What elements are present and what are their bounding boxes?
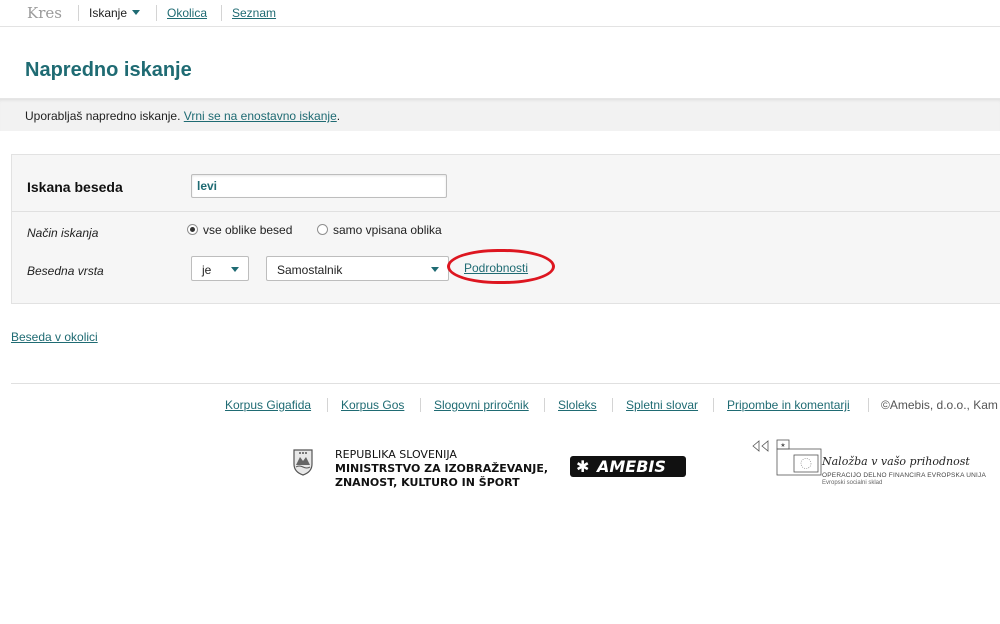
eu-subtitle-fund: Evropski socialni sklad: [822, 480, 883, 486]
nav-item-label: Iskanje: [89, 6, 128, 20]
highlight-ring: [447, 249, 555, 284]
radio-all-forms[interactable]: [187, 224, 198, 235]
chevron-down-icon: [431, 267, 439, 272]
form-divider: [12, 211, 1000, 212]
search-form: Iskana beseda Način iskanja vse oblike b…: [11, 154, 1000, 304]
ministry-line2: MINISTRSTVO ZA IZOBRAŽEVANJE,: [335, 462, 549, 475]
pos-label: Besedna vrsta: [27, 264, 104, 278]
top-nav: Kres Iskanje Okolica Seznam: [0, 0, 1000, 27]
pos-operator-value: je: [202, 263, 212, 277]
page-title: Napredno iskanje: [25, 59, 192, 81]
eu-subtitle: OPERACIJO DELNO FINANCIRA EVROPSKA UNIJA: [822, 472, 987, 479]
nav-item-iskanje[interactable]: Iskanje: [89, 6, 141, 20]
radio-exact-form[interactable]: [317, 224, 328, 235]
footer-link-feedback[interactable]: Pripombe in komentarji: [727, 398, 850, 412]
brand-logo[interactable]: Kres: [27, 4, 62, 22]
radio-all-forms-label[interactable]: vse oblike besed: [203, 223, 292, 237]
mode-suffix: .: [336, 109, 341, 123]
footer-separator: [612, 398, 613, 412]
footer-separator: [327, 398, 328, 412]
footer-separator: [420, 398, 421, 412]
near-word-link[interactable]: Beseda v okolici: [11, 330, 98, 344]
ministry-logo: REPUBLIKA SLOVENIJA MINISTRSTVO ZA IZOBR…: [335, 448, 548, 490]
eu-flag-icon: ★: [752, 439, 822, 476]
footer-separator: [713, 398, 714, 412]
footer-separator: [544, 398, 545, 412]
nav-separator: [221, 5, 222, 21]
eu-slogan: Naložba v vašo prihodnost: [822, 455, 970, 468]
chevron-down-icon: [231, 267, 239, 272]
mode-info: Uporabljaš napredno iskanje. Vrni se na …: [25, 109, 340, 123]
nav-separator: [78, 5, 79, 21]
nav-item-seznam[interactable]: Seznam: [232, 6, 276, 20]
pos-value: Samostalnik: [277, 263, 343, 277]
chevron-down-icon: [132, 10, 141, 16]
amebis-logo: ✱ AMEBIS: [570, 456, 686, 477]
amebis-star-icon: ✱: [576, 457, 590, 476]
radio-exact-form-label[interactable]: samo vpisana oblika: [333, 223, 442, 237]
footer-link-style-guide[interactable]: Slogovni priročnik: [434, 398, 529, 412]
pos-operator-select[interactable]: je: [191, 256, 249, 281]
ministry-line1: REPUBLIKA SLOVENIJA: [335, 448, 457, 461]
pos-value-select[interactable]: Samostalnik: [266, 256, 449, 281]
nav-separator: [156, 5, 157, 21]
mode-text: Uporabljaš napredno iskanje.: [25, 109, 184, 123]
footer-link-sloleks[interactable]: Sloleks: [558, 398, 597, 412]
amebis-name: AMEBIS: [597, 457, 666, 476]
footer-separator: [868, 398, 869, 412]
footer-link-dictionary[interactable]: Spletni slovar: [626, 398, 698, 412]
footer-divider: [11, 383, 1000, 384]
nav-item-okolica[interactable]: Okolica: [167, 6, 207, 20]
word-label: Iskana beseda: [27, 179, 123, 195]
svg-text:★: ★: [780, 442, 785, 449]
search-mode-label: Način iskanja: [27, 226, 99, 240]
ministry-line3: ZNANOST, KULTURO IN ŠPORT: [335, 476, 520, 489]
mode-bar: Uporabljaš napredno iskanje. Vrni se na …: [0, 98, 1000, 131]
copyright: ©Amebis, d.o.o., Kam: [881, 398, 998, 412]
slovenia-coat-of-arms-icon: [293, 449, 313, 476]
word-input[interactable]: [191, 174, 447, 198]
footer-link-gigafida[interactable]: Korpus Gigafida: [225, 398, 311, 412]
simple-search-link[interactable]: Vrni se na enostavno iskanje: [184, 109, 337, 123]
footer-link-gos[interactable]: Korpus Gos: [341, 398, 404, 412]
